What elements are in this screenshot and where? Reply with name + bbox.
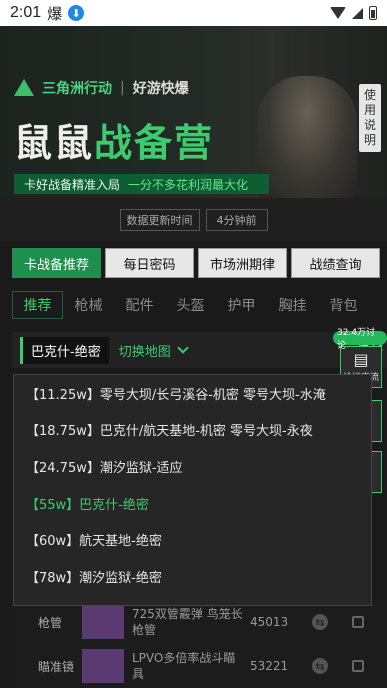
banner-title: 鼠鼠战备营 [14, 112, 214, 167]
item-name: LPVO多倍率战斗瞄具 [132, 651, 236, 681]
item-price: 45013 [250, 615, 289, 629]
switch-map-label: 切换地图 [118, 344, 171, 360]
status-time: 2:01 [10, 4, 42, 21]
item-name: 725双管霰弹 鸟笼长枪管 [132, 607, 243, 637]
cat-tab-guns[interactable]: 枪械 [63, 295, 114, 315]
status-indicators [330, 6, 377, 20]
tab-loadout-recommend[interactable]: 卡战备推荐 [12, 248, 101, 278]
lock-icon[interactable] [352, 616, 364, 628]
delta-logo-icon [14, 79, 34, 97]
hot-icon: 爆 [47, 4, 63, 23]
dropdown-option[interactable]: 【60w】航天基地-绝密 [14, 521, 371, 558]
logo-separator: | [120, 80, 125, 96]
tab-record-query[interactable]: 战绩查询 [291, 248, 380, 278]
tab-daily-password[interactable]: 每日密码 [105, 248, 194, 278]
slot-label: 枪管 [38, 615, 63, 630]
map-select[interactable]: 巴克什-绝密 [20, 336, 109, 364]
dropdown-option-selected[interactable]: 【55w】巴克什-绝密 [14, 485, 371, 522]
tab-market[interactable]: 市场洲期律 [198, 248, 287, 278]
main-tabs: 卡战备推荐 每日密码 市场洲期律 战绩查询 [12, 248, 380, 278]
hero-banner: 三角洲行动 | 好游快爆 鼠鼠战备营 卡好战备精准入局 一分不多花利润最大化 使… [0, 26, 387, 198]
slogan-part2: 一分不多花利润最大化 [128, 177, 249, 192]
update-info: 数据更新时间 4分钟前 [0, 198, 387, 242]
swap-icon[interactable]: ⇆ [312, 658, 328, 674]
item-thumbnail [82, 605, 124, 639]
dropdown-option[interactable]: 【11.25w】零号大坝/长弓溪谷-机密 零号大坝-水淹 [14, 375, 371, 412]
item-price: 53221 [250, 659, 289, 673]
wifi-icon [330, 7, 346, 19]
cat-tab-recommend[interactable]: 推荐 [12, 291, 63, 319]
update-value: 4分钟前 [205, 209, 268, 231]
switch-map-button[interactable]: 切换地图 [118, 341, 189, 360]
banner-slogan: 卡好战备精准入局 一分不多花利润最大化 [14, 174, 269, 194]
update-label: 数据更新时间 [119, 209, 200, 231]
slogan-part1: 卡好战备精准入局 [24, 177, 121, 192]
banner-title-part1: 鼠鼠 [14, 121, 95, 165]
item-table: 枪管 725双管霰弹 鸟笼长枪管 45013 ⇆ 瞄准镜 LPVO多倍率战斗瞄具… [12, 600, 387, 688]
cat-tab-chest-rig[interactable]: 胸挂 [267, 295, 318, 315]
cat-tab-backpack[interactable]: 背包 [318, 295, 369, 315]
swap-icon[interactable]: ⇆ [312, 614, 328, 630]
chevron-down-icon [177, 342, 189, 354]
table-row[interactable]: 瞄准镜 LPVO多倍率战斗瞄具 53221 ⇆ [12, 644, 387, 688]
map-dropdown: 【11.25w】零号大坝/长弓溪谷-机密 零号大坝-水淹 【18.75w】巴克什… [13, 374, 372, 606]
filter-bar: 巴克什-绝密 切换地图 重新 [12, 332, 387, 368]
download-icon: ⬇ [68, 5, 85, 21]
cat-tab-attachments[interactable]: 配件 [114, 295, 165, 315]
banner-logos: 三角洲行动 | 好游快爆 [14, 78, 189, 98]
brand-delta: 三角洲行动 [42, 81, 112, 97]
lock-icon[interactable] [352, 660, 364, 672]
cat-tab-helmet[interactable]: 头盔 [165, 295, 216, 315]
dropdown-option[interactable]: 【78w】潮汐监狱-绝密 [14, 558, 371, 595]
signal-icon [352, 7, 363, 19]
banner-title-part2: 战备营 [94, 121, 215, 165]
slot-label: 瞄准镜 [38, 659, 75, 674]
discussion-count-badge: 32.4万讨论 [333, 328, 387, 351]
table-row[interactable]: 枪管 725双管霰弹 鸟笼长枪管 45013 ⇆ [12, 600, 387, 644]
cat-tab-armor[interactable]: 护甲 [216, 295, 267, 315]
dropdown-option[interactable]: 【18.75w】巴克什/航天基地-机密 零号大坝-永夜 [14, 412, 371, 449]
battery-icon [369, 6, 377, 20]
category-tabs: 推荐 枪械 配件 头盔 护甲 胸挂 背包 [12, 290, 387, 320]
item-thumbnail [82, 649, 124, 683]
banner-character-image [257, 76, 357, 198]
dropdown-option[interactable]: 【24.75w】潮汐监狱-适应 [14, 448, 371, 485]
status-bar: 2:01 爆 ⬇ [0, 0, 387, 26]
usage-guide-button[interactable]: 使用说明 [359, 84, 381, 152]
brand-haoyou: 好游快爆 [132, 81, 189, 97]
chat-icon: ▤ [353, 349, 369, 369]
